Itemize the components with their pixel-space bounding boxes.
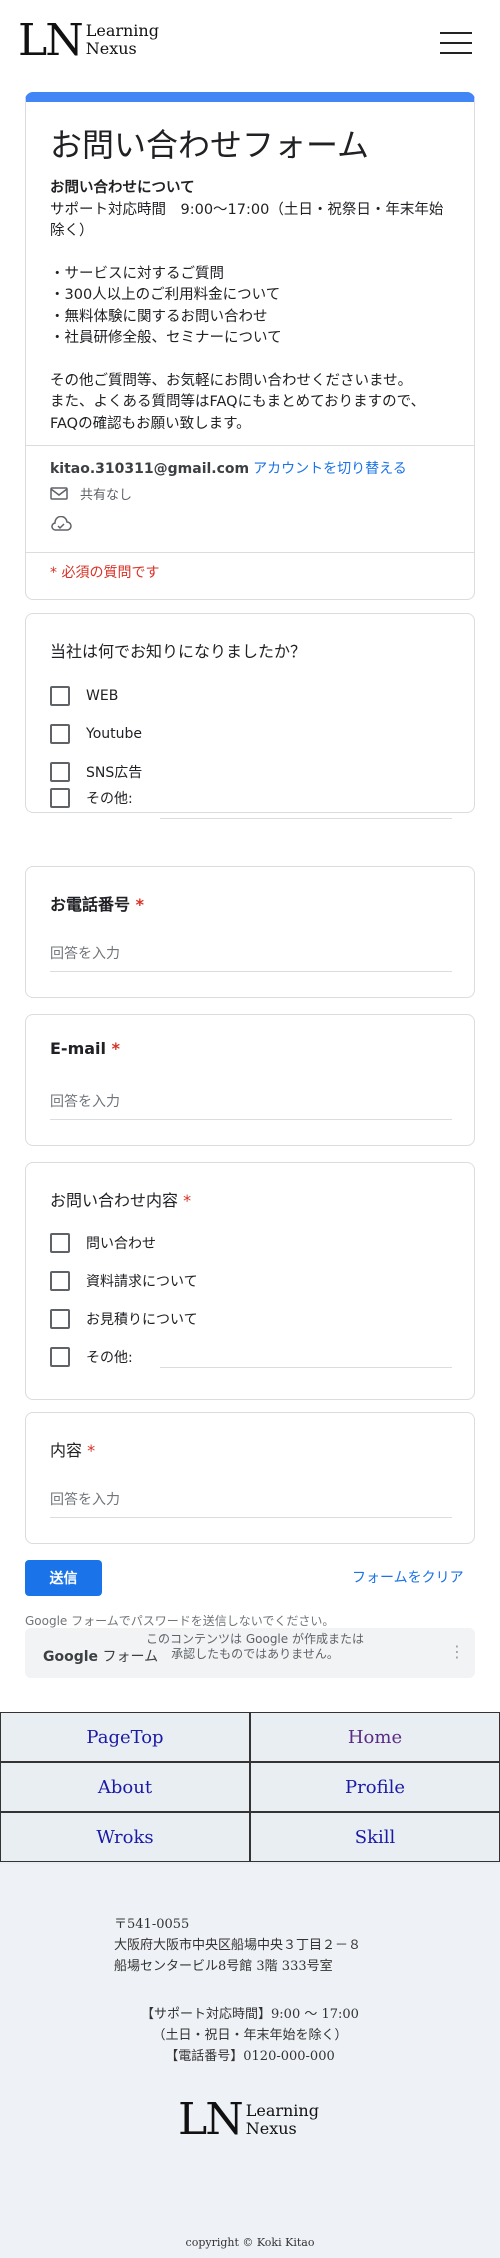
body-input[interactable]: 回答を入力 — [50, 1489, 452, 1518]
site-header: LN Learning Nexus — [0, 0, 500, 86]
option-web[interactable]: WEB — [50, 686, 118, 706]
logo-line1: Learning — [245, 2100, 319, 2120]
nav-about[interactable]: About — [0, 1762, 250, 1812]
footer-logo[interactable]: LN Learning Nexus — [178, 2092, 319, 2145]
logo-line1: Learning — [85, 21, 159, 40]
question-title: E-mail * — [50, 1039, 120, 1058]
logo-initials: LN — [178, 2092, 244, 2145]
topic-item: ・社員研修全般、セミナーについて — [50, 330, 282, 346]
address-line2: 船場センタービル8号館 3階 333号室 — [114, 1959, 333, 1974]
about-heading: お問い合わせについて — [50, 180, 195, 196]
address: 〒541-0055 大阪府大阪市中央区船場中央３丁目２－８ 船場センタービル8号… — [114, 1914, 361, 1977]
google-forms-bar: このコンテンツは Google が作成または承認したものではありません。 Goo… — [25, 1628, 475, 1678]
support-closed: （土日・祝日・年末年始を除く） — [152, 2028, 348, 2043]
copyright: copyright © Koki Kitao — [185, 2236, 315, 2249]
checkbox[interactable] — [50, 1347, 70, 1367]
support-phone: 【電話番号】0120-000-000 — [165, 2049, 335, 2064]
other-text-input[interactable] — [160, 818, 452, 819]
hamburger-menu-icon[interactable] — [440, 32, 472, 56]
question-source-card: 当社は何でお知りになりましたか？ WEB Youtube SNS広告 その他: — [25, 613, 475, 819]
checkbox[interactable] — [50, 1233, 70, 1253]
option-label: WEB — [86, 688, 119, 704]
switch-account-link[interactable]: アカウントを切り替える — [253, 461, 407, 477]
cloud-save-icon — [50, 515, 72, 536]
checkbox[interactable] — [50, 686, 70, 706]
clear-form-button[interactable]: フォームをクリア — [352, 1567, 464, 1587]
option-sns[interactable]: SNS広告 — [50, 762, 142, 782]
divider — [26, 552, 474, 553]
question-title: お電話番号 * — [50, 895, 144, 914]
nav-home[interactable]: Home — [250, 1712, 500, 1762]
support-hours: 【サポート対応時間】9:00 ～ 17:00 — [141, 2007, 359, 2022]
address-line1: 大阪府大阪市中央区船場中央３丁目２－８ — [114, 1938, 362, 1953]
footer-nav: PageTop Home About Profile Wroks Skill — [0, 1712, 500, 1864]
topic-item: ・サービスに対するご質問 — [50, 265, 224, 282]
question-title: 内容 * — [50, 1441, 96, 1460]
question-body-card: 内容 * 回答を入力 — [25, 1412, 475, 1544]
form-title: お問い合わせフォーム — [50, 126, 370, 164]
email-input[interactable]: 回答を入力 — [50, 1091, 452, 1120]
account-email: kitao.310311@gmail.com — [50, 461, 250, 477]
share-row: 共有なし — [50, 484, 132, 503]
option-inquiry[interactable]: 問い合わせ — [50, 1233, 156, 1253]
closing-text-1: その他ご質問等、お気軽にお問い合わせくださいませ。 — [50, 372, 413, 389]
option-label: お見積りについて — [86, 1312, 198, 1328]
nav-profile[interactable]: Profile — [250, 1762, 500, 1812]
support-info: 【サポート対応時間】9:00 ～ 17:00 （土日・祝日・年末年始を除く） 【… — [0, 2004, 500, 2067]
option-other[interactable]: その他: — [50, 1347, 133, 1367]
not-shared-label: 共有なし — [80, 488, 133, 503]
other-text-input[interactable] — [160, 1367, 452, 1368]
nav-works[interactable]: Wroks — [0, 1812, 250, 1862]
zip-code: 〒541-0055 — [114, 1917, 190, 1932]
account-row: kitao.310311@gmail.com アカウントを切り替える — [50, 458, 407, 478]
submit-button[interactable]: 送信 — [25, 1560, 102, 1596]
logo-line2: Nexus — [85, 39, 137, 58]
option-label: 問い合わせ — [86, 1236, 156, 1252]
checkbox[interactable] — [50, 1271, 70, 1291]
option-youtube[interactable]: Youtube — [50, 724, 142, 744]
divider — [26, 445, 474, 446]
option-label: SNS広告 — [86, 765, 143, 781]
closing-text-2: また、よくある質問等はFAQにもまとめておりますので、FAQの確認もお願い致しま… — [50, 394, 426, 432]
option-documents[interactable]: 資料請求について — [50, 1271, 198, 1291]
checkbox[interactable] — [50, 788, 70, 808]
question-phone-card: お電話番号 * 回答を入力 — [25, 866, 475, 998]
mail-not-shared-icon — [50, 486, 68, 500]
site-footer: 〒541-0055 大阪府大阪市中央区船場中央３丁目２－８ 船場センタービル8号… — [0, 1864, 500, 2258]
nav-skill[interactable]: Skill — [250, 1812, 500, 1862]
checkbox[interactable] — [50, 1309, 70, 1329]
form-header-card: お問い合わせフォーム お問い合わせについて サポート対応時間 9:00～17:0… — [25, 92, 475, 600]
required-note: * 必須の質問です — [50, 565, 160, 581]
checkbox[interactable] — [50, 762, 70, 782]
option-estimate[interactable]: お見積りについて — [50, 1309, 198, 1329]
option-other[interactable]: その他: — [50, 788, 133, 808]
form-description: お問い合わせについて サポート対応時間 9:00～17:00（土日・祝祭日・年末… — [50, 178, 450, 435]
option-label: その他: — [86, 791, 133, 807]
more-options-icon[interactable]: ⋮ — [449, 1642, 465, 1661]
logo-initials: LN — [18, 12, 84, 66]
google-forms-logo[interactable]: Google フォーム — [43, 1646, 158, 1666]
topic-item: ・無料体験に関するお問い合わせ — [50, 308, 268, 325]
option-label: その他: — [86, 1350, 133, 1366]
nav-pagetop[interactable]: PageTop — [0, 1712, 250, 1762]
option-label: 資料請求について — [86, 1274, 198, 1290]
option-label: Youtube — [86, 726, 142, 742]
question-email-card: E-mail * 回答を入力 — [25, 1014, 475, 1146]
question-title: 当社は何でお知りになりましたか？ — [50, 642, 307, 661]
question-type-card: お問い合わせ内容 * 問い合わせ 資料請求について お見積りについて その他: — [25, 1162, 475, 1400]
question-title: お問い合わせ内容 * — [50, 1191, 192, 1210]
site-logo[interactable]: LN Learning Nexus — [18, 12, 159, 68]
topic-item: ・300人以上のご利用料金について — [50, 287, 281, 303]
phone-input[interactable]: 回答を入力 — [50, 943, 452, 972]
disclaimer: このコンテンツは Google が作成または承認したものではありません。 — [146, 1632, 364, 1661]
logo-line2: Nexus — [245, 2118, 297, 2138]
support-hours: サポート対応時間 9:00～17:00（土日・祝祭日・年末年始除く） — [50, 201, 444, 240]
password-note: Google フォームでパスワードを送信しないでください。 — [25, 1614, 335, 1628]
checkbox[interactable] — [50, 724, 70, 744]
